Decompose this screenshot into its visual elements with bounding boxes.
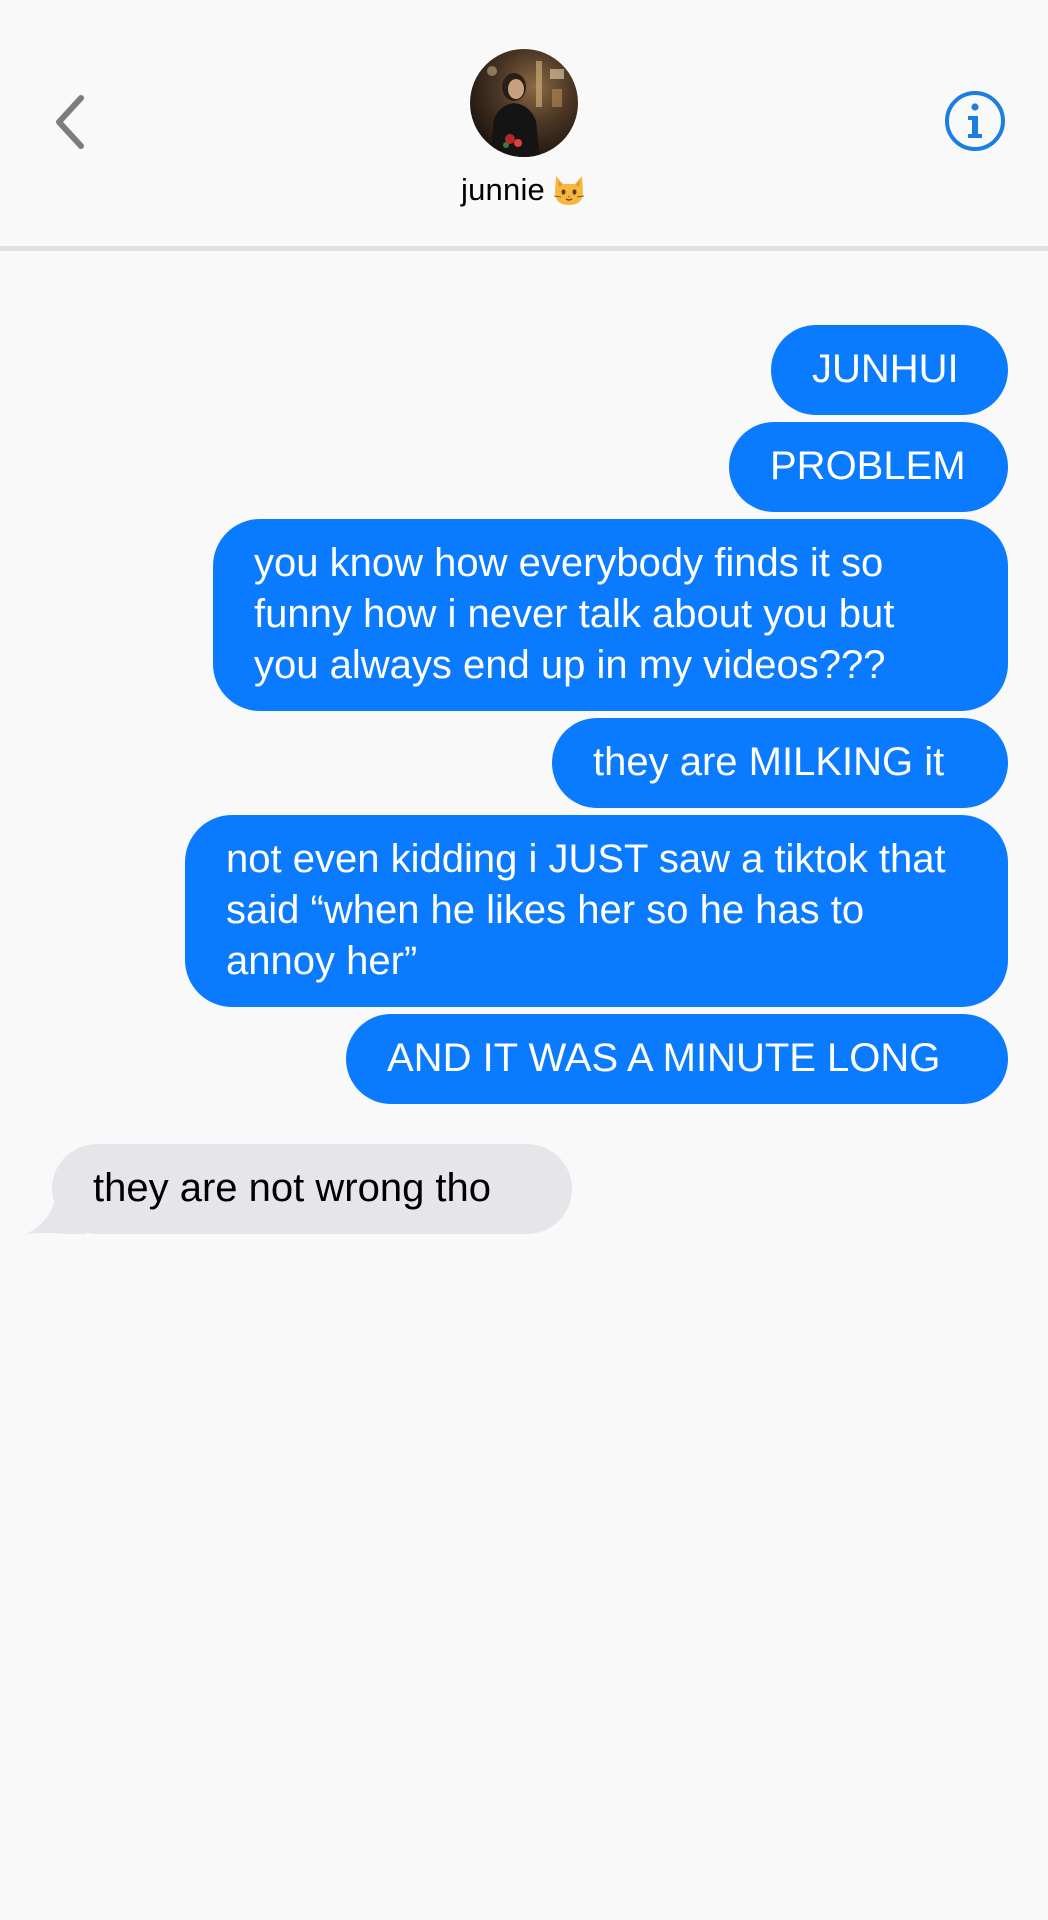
sent-message-bubble[interactable]: not even kidding i JUST saw a tiktok tha…: [185, 815, 1008, 1007]
sent-message-bubble[interactable]: PROBLEM: [729, 422, 1008, 512]
avatar[interactable]: [470, 49, 578, 157]
conversation-header: junnie: [0, 0, 1048, 251]
info-circle-icon: [945, 91, 1005, 151]
contact-name: junnie: [461, 172, 545, 207]
info-button[interactable]: [944, 90, 1006, 152]
chevron-left-icon: [56, 95, 84, 149]
received-message-text: they are not wrong tho: [93, 1166, 492, 1210]
message-row: they are not wrong tho: [0, 1144, 1048, 1234]
contact-name-button[interactable]: junnie: [0, 168, 1048, 212]
message-row: not even kidding i JUST saw a tiktok tha…: [0, 815, 1048, 1007]
message-row: you know how everybody finds it so funny…: [0, 519, 1048, 711]
sent-message-bubble[interactable]: AND IT WAS A MINUTE LONG: [346, 1014, 1008, 1104]
message-row: JUNHUI: [0, 325, 1048, 415]
cat-face-icon: [553, 176, 585, 205]
message-thread[interactable]: JUNHUI PROBLEM you know how everybody fi…: [0, 325, 1048, 1234]
received-message-bubble[interactable]: they are not wrong tho: [26, 1144, 572, 1234]
sent-message-bubble[interactable]: JUNHUI: [771, 325, 1008, 415]
message-row: PROBLEM: [0, 422, 1048, 512]
sent-message-bubble[interactable]: they are MILKING it: [552, 718, 1008, 808]
message-row: AND IT WAS A MINUTE LONG: [0, 1014, 1048, 1104]
sent-message-bubble[interactable]: you know how everybody finds it so funny…: [213, 519, 1008, 711]
back-button[interactable]: [40, 82, 100, 162]
bubble-tail: [26, 1188, 86, 1234]
header-divider: [0, 246, 1048, 251]
message-row: they are MILKING it: [0, 718, 1048, 808]
contact-avatar-photo: [470, 49, 578, 157]
messages-screen: junnie JUNHUI PROBLEM you know how every…: [0, 0, 1048, 1920]
